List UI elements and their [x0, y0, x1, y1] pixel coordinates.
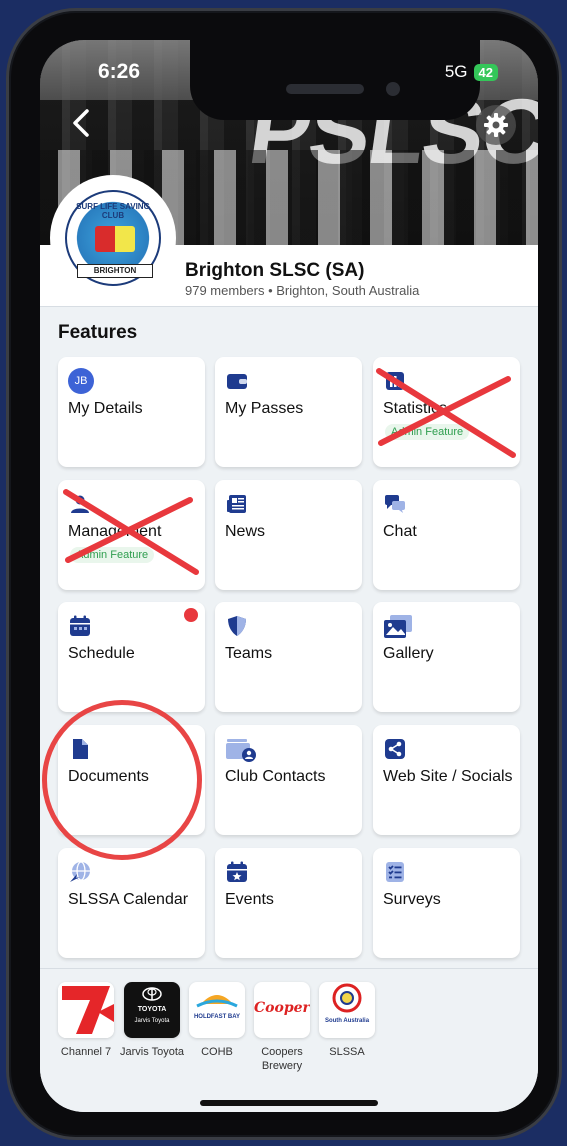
globe-icon: [70, 861, 90, 882]
tile-label: Statistics: [383, 400, 448, 417]
front-camera: [386, 82, 400, 96]
tile-label: Chat: [383, 523, 417, 540]
newspaper-icon: [227, 495, 246, 513]
toyota-logo: [142, 987, 162, 1001]
chevron-left-icon: [73, 109, 89, 137]
shield-icon: [228, 616, 246, 636]
tile-label: Schedule: [68, 645, 135, 662]
status-time: 6:26: [98, 60, 141, 83]
club-meta: 979 members • Brighton, South Australia: [185, 283, 420, 298]
gallery-icon: [384, 615, 412, 638]
tile-label: Management: [68, 523, 162, 540]
sponsor-label: SLSSA: [329, 1046, 365, 1058]
tile-label: Teams: [225, 645, 273, 662]
tile-slssa-calendar[interactable]: SLSSA Calendar: [58, 848, 205, 958]
home-indicator[interactable]: [200, 1100, 378, 1106]
survey-list-icon: [386, 862, 404, 882]
club-name: Brighton SLSC (SA): [185, 260, 365, 281]
gear-icon: [484, 113, 508, 137]
tile-label: Events: [225, 891, 274, 908]
share-icon: [385, 739, 405, 759]
tile-events[interactable]: Events: [215, 848, 362, 958]
tile-documents[interactable]: Documents: [58, 725, 205, 835]
toyota-text: TOYOTA: [137, 1006, 167, 1013]
tile-label: Web Site / Socials: [383, 768, 513, 785]
club-badge: SURF LIFE SAVING CLUB BRIGHTON: [65, 190, 161, 286]
settings-button[interactable]: [476, 105, 516, 145]
app-screen: PSLSC 6:26 5G 42 SURF LIFE SAVING CLUB B…: [40, 40, 538, 1112]
coopers-text: Coopers: [254, 1000, 310, 1016]
sponsor-coopers[interactable]: Coopers: [254, 982, 310, 1038]
phone-notch: [190, 40, 480, 120]
speaker-grille: [286, 84, 364, 94]
wallet-icon: [227, 374, 247, 389]
network-label: 5G: [444, 62, 468, 81]
tile-chat[interactable]: Chat: [373, 480, 520, 590]
holdfast-bay-logo: [196, 995, 238, 1008]
admin-feature-badge: Admin Feature: [70, 547, 155, 563]
chat-icon: [385, 495, 405, 513]
jarvis-text: Jarvis Toyota: [134, 1018, 170, 1024]
sponsor-label: COHB: [201, 1046, 233, 1058]
tile-teams[interactable]: Teams: [215, 602, 362, 712]
sponsor-channel-7[interactable]: [58, 982, 114, 1038]
sponsor-label: Channel 7: [60, 1046, 112, 1058]
tile-my-details[interactable]: JB My Details: [58, 357, 205, 467]
logo-flag: [95, 226, 135, 252]
tile-schedule[interactable]: Schedule: [58, 602, 205, 712]
club-logo: SURF LIFE SAVING CLUB BRIGHTON: [50, 175, 176, 301]
person-icon: [71, 495, 89, 513]
tile-label: Surveys: [383, 891, 441, 908]
sponsor-cohb[interactable]: HOLDFAST BAY: [189, 982, 245, 1038]
tile-label: News: [225, 523, 266, 540]
back-button[interactable]: [70, 108, 92, 146]
logo-ribbon: BRIGHTON: [77, 264, 153, 278]
chart-icon: [386, 372, 404, 390]
channel-7-logo: [58, 982, 114, 1038]
calendar-icon: [70, 615, 90, 636]
event-star-icon: [227, 861, 247, 882]
sponsor-label: Coopers Brewery: [261, 1046, 303, 1072]
tile-label: Gallery: [383, 645, 434, 662]
tile-label: My Passes: [225, 400, 304, 417]
admin-feature-badge: Admin Feature: [385, 424, 470, 440]
slssa-logo: [332, 983, 362, 1013]
tile-gallery[interactable]: Gallery: [373, 602, 520, 712]
tile-club-contacts[interactable]: Club Contacts: [215, 725, 362, 835]
logo-ring-text: SURF LIFE SAVING CLUB: [76, 202, 150, 220]
tile-news[interactable]: News: [215, 480, 362, 590]
holdfast-text: HOLDFAST BAY: [193, 1014, 241, 1020]
notification-dot: [184, 608, 198, 622]
tile-web-site-socials[interactable]: Web Site / Socials: [373, 725, 520, 835]
features-heading: Features: [58, 322, 138, 343]
slssa-text: South Australia: [324, 1018, 370, 1024]
battery-icon: 42: [473, 63, 498, 81]
document-icon: [73, 739, 88, 759]
tile-label: Club Contacts: [225, 768, 326, 785]
tile-surveys[interactable]: Surveys: [373, 848, 520, 958]
status-indicators: 5G 42: [445, 62, 498, 82]
sponsor-slssa[interactable]: South Australia: [319, 982, 375, 1038]
tile-label: My Details: [68, 400, 143, 417]
sponsor-jarvis-toyota[interactable]: TOYOTA Jarvis Toyota: [124, 982, 180, 1038]
tile-my-passes[interactable]: My Passes: [215, 357, 362, 467]
tile-label: SLSSA Calendar: [68, 891, 189, 908]
tile-statistics[interactable]: Statistics Admin Feature: [373, 357, 520, 467]
tile-label: Documents: [68, 768, 149, 785]
sponsor-label: Jarvis Toyota: [120, 1046, 184, 1058]
contacts-icon: [226, 739, 256, 762]
tile-management[interactable]: Management Admin Feature: [58, 480, 205, 590]
avatar: JB: [68, 368, 94, 394]
